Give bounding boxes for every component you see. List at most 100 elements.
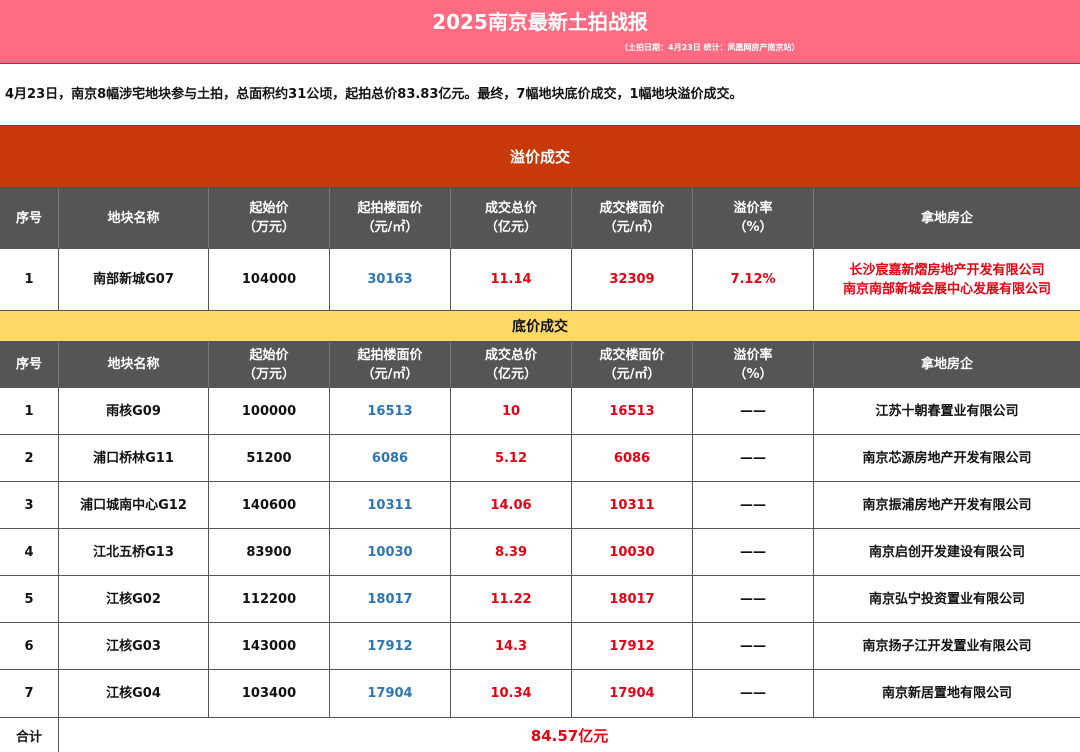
cell-name: 江北五桥G13	[59, 529, 209, 575]
cell-name: 江核G04	[59, 670, 209, 717]
col-name: 地块名称	[59, 188, 209, 248]
table-row: 1 南部新城G07 104000 30163 11.14 32309 7.12%…	[0, 249, 1080, 310]
table-row: 3 浦口城南中心G12 140600 10311 14.06 10311 —— …	[0, 482, 1080, 529]
page-subtitle: （土拍日期：4月23日 统计：凤凰网房产南京站）	[620, 43, 800, 52]
cell-premium-rate: 7.12%	[693, 249, 814, 310]
col-index: 序号	[0, 188, 59, 248]
cell-buyer: 南京新居置地有限公司	[881, 686, 1012, 701]
col-start-floor-price: 起拍楼面价 （元/㎡）	[330, 342, 451, 387]
cell-name: 雨核G09	[59, 388, 209, 434]
cell-deal-floor-price: 16513	[572, 388, 693, 434]
cell-deal-floor-price: 10311	[572, 482, 693, 528]
total-row: 合计 84.57亿元	[0, 718, 1080, 752]
cell-start-floor-price: 16513	[330, 388, 451, 434]
base-section-title: 底价成交	[0, 310, 1080, 342]
total-label: 合计	[0, 718, 59, 752]
cell-start-price: 103400	[209, 670, 330, 717]
cell-start-floor-price: 18017	[330, 576, 451, 622]
col-premium-rate: 溢价率 （%）	[693, 188, 814, 248]
col-name: 地块名称	[59, 342, 209, 387]
cell-index: 1	[0, 388, 59, 434]
cell-start-price: 112200	[209, 576, 330, 622]
title-bar: 2025南京最新土拍战报 （土拍日期：4月23日 统计：凤凰网房产南京站）	[0, 0, 1080, 64]
cell-deal-total: 14.3	[451, 623, 572, 669]
cell-premium-rate: ——	[693, 576, 814, 622]
cell-index: 5	[0, 576, 59, 622]
summary-text: 4月23日，南京8幅涉宅地块参与土拍，总面积约31公顷，起拍总价83.83亿元。…	[0, 64, 1080, 126]
cell-index: 3	[0, 482, 59, 528]
table-header-base: 序号 地块名称 起始价 （万元） 起拍楼面价 （元/㎡） 成交总价 （亿元） 成交楼面…	[0, 342, 1080, 388]
col-buyer: 拿地房企	[920, 210, 973, 226]
cell-premium-rate: ——	[693, 623, 814, 669]
cell-start-floor-price: 6086	[330, 435, 451, 481]
cell-name: 浦口城南中心G12	[59, 482, 209, 528]
cell-name: 江核G02	[59, 576, 209, 622]
table-row: 1 雨核G09 100000 16513 10 16513 —— 江苏十朝春置业…	[0, 388, 1080, 435]
col-deal-total: 成交总价 （亿元）	[451, 342, 572, 387]
cell-buyer: 南京启创开发建设有限公司	[868, 544, 1025, 560]
cell-index: 6	[0, 623, 59, 669]
cell-name: 江核G03	[59, 623, 209, 669]
cell-deal-floor-price: 17904	[572, 670, 693, 717]
cell-start-price: 83900	[209, 529, 330, 575]
cell-premium-rate: ——	[693, 529, 814, 575]
cell-deal-total: 11.22	[451, 576, 572, 622]
cell-premium-rate: ——	[693, 435, 814, 481]
cell-deal-floor-price: 10030	[572, 529, 693, 575]
cell-start-price: 100000	[209, 388, 330, 434]
cell-deal-total: 10	[451, 388, 572, 434]
cell-name: 南部新城G07	[59, 249, 209, 310]
cell-start-price: 143000	[209, 623, 330, 669]
cell-buyer: 南京弘宁投资置业有限公司	[868, 591, 1025, 607]
cell-buyer: 长沙宸嘉新熠房地产开发有限公司 南京南部新城会展中心发展有限公司	[842, 262, 1051, 297]
col-start-floor-price: 起拍楼面价 （元/㎡）	[330, 188, 451, 248]
table-row: 7 江核G04 103400 17904 10.34 17904 —— 南京新居…	[0, 670, 1080, 718]
col-buyer: 拿地房企	[920, 357, 973, 372]
cell-deal-total: 5.12	[451, 435, 572, 481]
cell-index: 1	[0, 249, 59, 310]
col-deal-total: 成交总价 （亿元）	[451, 188, 572, 248]
cell-start-floor-price: 10030	[330, 529, 451, 575]
total-value: 84.57亿元	[530, 726, 609, 745]
cell-buyer: 江苏十朝春置业有限公司	[875, 403, 1019, 419]
cell-start-floor-price: 17904	[330, 670, 451, 717]
cell-premium-rate: ——	[693, 670, 814, 717]
page-title: 2025南京最新土拍战报	[432, 10, 648, 34]
cell-start-price: 140600	[209, 482, 330, 528]
cell-deal-total: 14.06	[451, 482, 572, 528]
cell-premium-rate: ——	[693, 388, 814, 434]
premium-section-title: 溢价成交	[0, 126, 1080, 188]
cell-index: 4	[0, 529, 59, 575]
table-header-premium: 序号 地块名称 起始价 （万元） 起拍楼面价 （元/㎡） 成交总价 （亿元） 成交楼面…	[0, 188, 1080, 249]
table-row: 6 江核G03 143000 17912 14.3 17912 —— 南京扬子江…	[0, 623, 1080, 670]
cell-deal-floor-price: 6086	[572, 435, 693, 481]
cell-start-price: 51200	[209, 435, 330, 481]
cell-name: 浦口桥林G11	[59, 435, 209, 481]
cell-start-price: 104000	[209, 249, 330, 310]
col-start-price: 起始价 （万元）	[209, 188, 330, 248]
cell-index: 7	[0, 670, 59, 717]
table-row: 5 江核G02 112200 18017 11.22 18017 —— 南京弘宁…	[0, 576, 1080, 623]
cell-buyer: 南京芯源房地产开发有限公司	[862, 450, 1032, 466]
cell-deal-floor-price: 32309	[572, 249, 693, 310]
cell-premium-rate: ——	[693, 482, 814, 528]
cell-deal-floor-price: 17912	[572, 623, 693, 669]
cell-deal-total: 8.39	[451, 529, 572, 575]
table-row: 2 浦口桥林G11 51200 6086 5.12 6086 —— 南京芯源房地…	[0, 435, 1080, 482]
table-row: 4 江北五桥G13 83900 10030 8.39 10030 —— 南京启创…	[0, 529, 1080, 576]
cell-deal-floor-price: 18017	[572, 576, 693, 622]
cell-buyer: 南京振浦房地产开发有限公司	[862, 497, 1032, 513]
summary-line: 4月23日，南京8幅涉宅地块参与土拍，总面积约31公顷，起拍总价83.83亿元。…	[5, 87, 743, 102]
cell-start-floor-price: 17912	[330, 623, 451, 669]
cell-start-floor-price: 10311	[330, 482, 451, 528]
cell-deal-total: 10.34	[451, 670, 572, 717]
col-index: 序号	[0, 342, 59, 387]
col-start-price: 起始价 （万元）	[209, 342, 330, 387]
cell-index: 2	[0, 435, 59, 481]
col-premium-rate: 溢价率 （%）	[693, 342, 814, 387]
cell-buyer: 南京扬子江开发置业有限公司	[862, 638, 1032, 654]
col-deal-floor-price: 成交楼面价 （元/㎡）	[572, 188, 693, 248]
col-deal-floor-price: 成交楼面价 （元/㎡）	[572, 342, 693, 387]
cell-deal-total: 11.14	[451, 249, 572, 310]
cell-start-floor-price: 30163	[330, 249, 451, 310]
